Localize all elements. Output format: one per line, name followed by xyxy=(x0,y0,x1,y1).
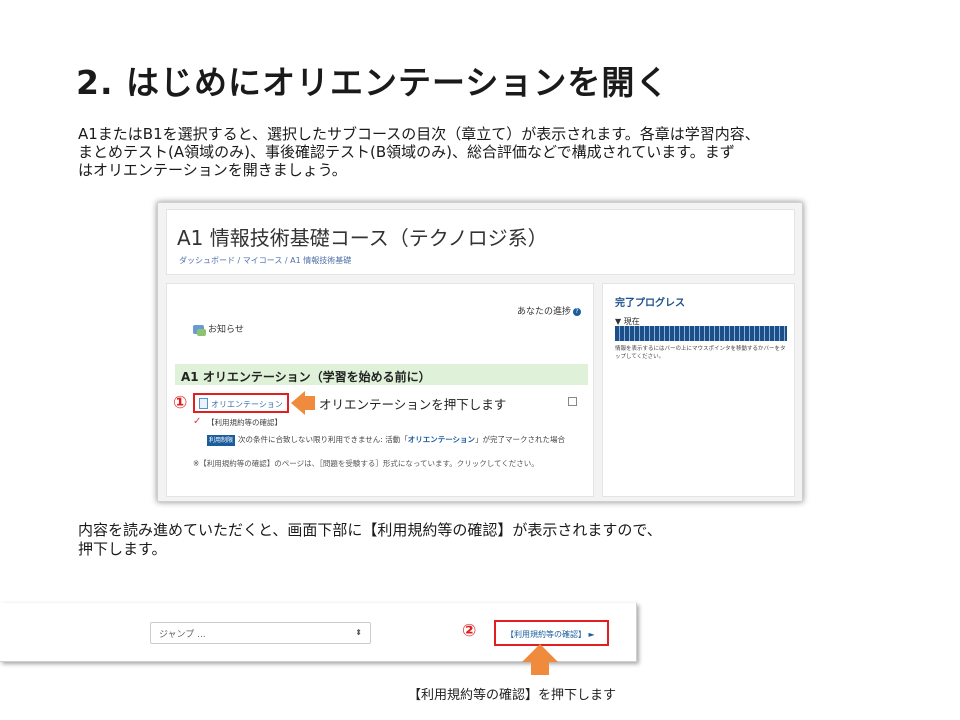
pointer-arrow-tail xyxy=(305,396,315,410)
up-arrow-tail xyxy=(531,661,549,675)
progress-bar[interactable] xyxy=(615,326,787,341)
restriction-text-pre: 次の条件に合致しない限り利用できません: 活動「 xyxy=(238,435,408,444)
next-label: 【利用規約等の確認】 ► xyxy=(506,630,595,639)
progress-help: 情報を表示するにはバーの上にマウスポインタを移動するかバーをタップしてください。 xyxy=(615,346,786,360)
terms-confirm-link[interactable]: 【利用規約等の確認】 ► xyxy=(494,620,609,646)
help-icon[interactable]: ? xyxy=(573,307,581,316)
course-header: A1 情報技術基礎コース（テクノロジ系） ダッシュボード / マイコース / A… xyxy=(166,209,795,275)
check-icon: ✓ xyxy=(193,416,202,427)
intro-text: A1またはB1を選択すると、選択したサブコースの目次（章立て）が表示されます。各… xyxy=(78,125,898,179)
terms-note: ※【利用規約等の確認】のページは、［問題を受験する］形式になっています。クリック… xyxy=(193,459,539,468)
select-caret-icon: ⬍ xyxy=(355,628,362,637)
section-header: A1 オリエンテーション（学習を始める前に） xyxy=(175,364,588,385)
restriction-activity[interactable]: オリエンテーション xyxy=(408,435,475,444)
news-label: お知らせ xyxy=(208,325,244,335)
step-marker-1: ① xyxy=(173,393,188,413)
intro-line: はオリエンテーションを開きましょう。 xyxy=(78,161,347,179)
completion-checkbox[interactable] xyxy=(568,397,577,406)
progress-label-text: あなたの進捗 xyxy=(516,307,571,317)
course-title: A1 情報技術基礎コース（テクノロジ系） xyxy=(177,226,548,250)
up-arrow-icon xyxy=(522,644,558,662)
section-title: A1 オリエンテーション（学習を始める前に） xyxy=(181,370,431,384)
mid-instruction: 内容を読み進めていただくと、画面下部に【利用規約等の確認】が表示されますので、 … xyxy=(78,521,858,559)
intro-line: まとめテスト(A領域のみ)、事後確認テスト(B領域のみ)、総合評価などで構成され… xyxy=(78,143,735,161)
jump-label: ジャンプ ... xyxy=(159,630,206,640)
bottom-instruction: 【利用規約等の確認】を押下します xyxy=(408,688,617,703)
press-instruction: オリエンテーションを押下します xyxy=(319,397,507,412)
news-forum-link[interactable]: お知らせ xyxy=(193,322,244,336)
progress-label: あなたの進捗? xyxy=(517,304,581,317)
orientation-activity-link[interactable]: オリエンテーション xyxy=(193,393,289,413)
restriction-notice: 利用制限 次の条件に合致しない限り利用できません: 活動「オリエンテーション」が完… xyxy=(207,434,577,446)
mid-line: 内容を読み進めていただくと、画面下部に【利用規約等の確認】が表示されますので、 xyxy=(78,521,662,539)
slide-title: 2. はじめにオリエンテーションを開く xyxy=(76,63,670,102)
restriction-badge: 利用制限 xyxy=(207,434,236,446)
terms-activity-label: 【利用規約等の確認】 xyxy=(207,418,282,427)
forum-icon xyxy=(193,325,206,336)
activity-label: オリエンテーション xyxy=(211,400,283,409)
step-marker-2: ② xyxy=(462,621,477,641)
block-title: 完了プログレス xyxy=(615,298,685,309)
jump-select[interactable]: ジャンプ ... ⬍ xyxy=(150,622,371,644)
pointer-arrow-icon xyxy=(291,391,305,415)
completion-progress-block: 完了プログレス ▼ 現在 情報を表示するにはバーの上にマウスポインタを移動するか… xyxy=(602,283,795,497)
page-icon xyxy=(199,398,208,409)
course-content: あなたの進捗? お知らせ A1 オリエンテーション（学習を始める前に） ① オリ… xyxy=(166,283,594,497)
breadcrumb[interactable]: ダッシュボード / マイコース / A1 情報技術基礎 xyxy=(179,255,351,266)
course-page-screenshot: A1 情報技術基礎コース（テクノロジ系） ダッシュボード / マイコース / A… xyxy=(157,202,803,502)
intro-line: A1またはB1を選択すると、選択したサブコースの目次（章立て）が表示されます。各… xyxy=(78,125,760,143)
restriction-text-post: 」が完了マークされた場合 xyxy=(475,435,566,444)
mid-line: 押下します。 xyxy=(78,540,167,558)
